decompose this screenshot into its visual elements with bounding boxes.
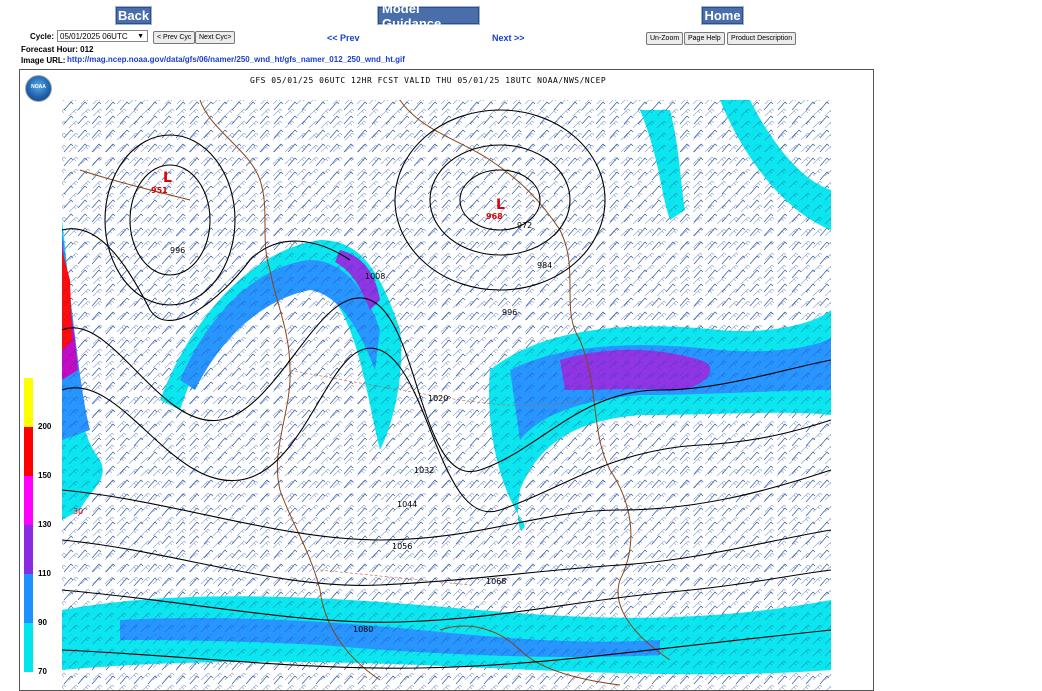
noaa-logo: NOAA — [25, 75, 52, 102]
low-pressure-value: 968 — [486, 212, 503, 221]
contour-label: 30 — [73, 507, 83, 516]
contour-label: 996 — [170, 246, 185, 255]
legend-color-red — [24, 427, 33, 476]
back-button[interactable]: Back — [115, 6, 152, 25]
legend-color-yellow — [24, 378, 33, 427]
low-pressure-value: 951 — [151, 186, 168, 195]
product-description-button[interactable]: Product Description — [727, 32, 797, 45]
legend-color-cyan — [24, 623, 33, 672]
page-help-button[interactable]: Page Help — [684, 32, 725, 45]
home-button[interactable]: Home — [701, 6, 744, 25]
contour-label: 1020 — [428, 394, 448, 403]
cycle-select-value: 05/01/2025 06UTC — [60, 32, 128, 41]
weather-map-graphic: 996 1008 1020 1032 1044 1056 1068 1080 9… — [61, 99, 832, 690]
legend-color-magenta — [24, 476, 33, 525]
contour-label: 1056 — [392, 542, 412, 551]
legend-color-purple — [24, 525, 33, 574]
low-pressure-letter: L — [496, 197, 505, 213]
unzoom-button[interactable]: Un-Zoom — [646, 32, 684, 45]
legend-value: 90 — [38, 618, 47, 627]
prev-link[interactable]: << Prev — [327, 33, 360, 43]
next-cycle-button[interactable]: Next Cyc> — [195, 31, 236, 44]
contour-label: 984 — [537, 261, 552, 270]
contour-label: 1032 — [414, 466, 434, 475]
legend-value: 70 — [38, 667, 47, 676]
legend-value: 110 — [38, 569, 51, 578]
legend-color-blue — [24, 574, 33, 623]
image-url-link[interactable]: http://mag.ncep.noaa.gov/data/gfs/06/nam… — [67, 55, 405, 64]
low-pressure-letter: L — [163, 170, 172, 186]
model-guidance-button[interactable]: Model Guidance — [377, 1, 480, 31]
contour-label: 1080 — [353, 625, 373, 634]
forecast-hour-label: Forecast Hour: 012 — [21, 45, 94, 54]
weather-map: 996 1008 1020 1032 1044 1056 1068 1080 9… — [19, 69, 874, 691]
contour-label: 1044 — [397, 500, 417, 509]
legend-value: 130 — [38, 520, 52, 529]
contour-label: 972 — [517, 221, 532, 230]
next-link[interactable]: Next >> — [492, 33, 525, 43]
map-title: GFS 05/01/25 06UTC 12HR FCST VALID THU 0… — [250, 76, 607, 85]
image-url-label: Image URL: — [21, 56, 66, 65]
contour-label: 1068 — [486, 577, 506, 586]
noaa-logo-text: NOAA — [31, 84, 46, 90]
cycle-label: Cycle: — [30, 32, 55, 41]
legend-value: 150 — [38, 471, 52, 480]
prev-cycle-button[interactable]: < Prev Cyc — [153, 31, 196, 44]
contour-label: 996 — [502, 308, 517, 317]
cycle-select[interactable]: 05/01/2025 06UTC ▼ — [57, 30, 148, 42]
chevron-down-icon: ▼ — [137, 33, 144, 40]
legend-value: 200 — [38, 422, 52, 431]
contour-label: 1008 — [365, 272, 385, 281]
